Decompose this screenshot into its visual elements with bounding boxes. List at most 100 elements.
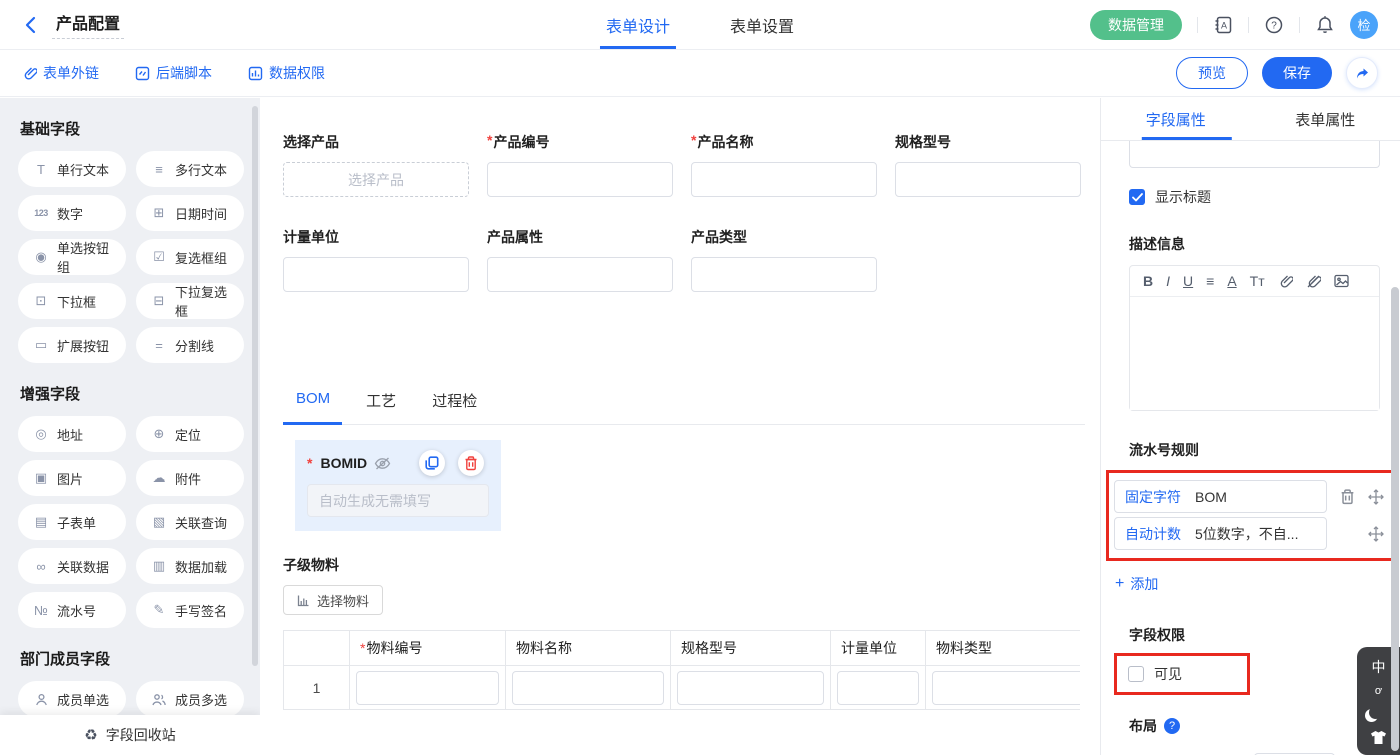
data-manage-button[interactable]: 数据管理 (1090, 10, 1182, 40)
accessibility-icon[interactable]: ơ (1375, 686, 1382, 697)
copy-field-button[interactable] (419, 450, 445, 476)
field-select-product[interactable]: 选择产品 选择产品 (283, 132, 469, 197)
field-spec-model[interactable]: 规格型号 (895, 132, 1081, 197)
selected-field-bomid[interactable]: *BOMID 自动生成无需填写 (295, 440, 501, 531)
field-item-single-line-text[interactable]: T单行文本 (18, 151, 126, 187)
drag-move-icon[interactable] (1368, 489, 1384, 505)
save-button[interactable]: 保存 (1262, 57, 1332, 89)
spec-model-input[interactable] (895, 162, 1081, 197)
tab-bom[interactable]: BOM (296, 390, 330, 424)
language-icon[interactable]: 中 (1372, 657, 1386, 677)
field-item-address[interactable]: ◎地址 (18, 416, 126, 452)
properties-panel: 字段属性 表单属性 显示标题 描述信息 B I U ≡ A Tᴛ (1100, 98, 1400, 755)
field-item-dropdown[interactable]: ⊡下拉框 (18, 283, 126, 319)
tab-process[interactable]: 工艺 (366, 390, 396, 424)
spec-model-cell-input[interactable] (677, 671, 824, 705)
material-name-input[interactable] (512, 671, 664, 705)
column-header-rownum (284, 631, 350, 666)
address-book-icon[interactable]: A (1213, 15, 1233, 35)
font-size-icon[interactable]: Tᴛ (1250, 273, 1265, 289)
align-icon[interactable]: ≡ (1206, 273, 1214, 289)
serial-rule-fixed-chars[interactable]: 固定字符 BOM (1114, 480, 1327, 513)
share-button[interactable] (1346, 57, 1378, 89)
field-item-radio-group[interactable]: ◉单选按钮组 (18, 239, 126, 275)
product-code-input[interactable] (487, 162, 673, 197)
sidebar-scrollbar[interactable] (252, 106, 258, 666)
field-recycle-bin[interactable]: ♻ 字段回收站 (0, 715, 260, 755)
back-button[interactable] (22, 16, 40, 34)
field-product-attribute[interactable]: 产品属性 (487, 227, 673, 292)
external-link-button[interactable]: 表单外链 (22, 63, 99, 83)
layout-help-icon[interactable]: ? (1164, 718, 1180, 734)
field-item-number[interactable]: 123数字 (18, 195, 126, 231)
underline-icon[interactable]: U (1183, 273, 1193, 289)
page-title[interactable]: 产品配置 (52, 10, 124, 39)
field-title-input-partial[interactable] (1129, 141, 1380, 168)
field-item-geolocation[interactable]: ⊕定位 (136, 416, 244, 452)
show-title-checkbox[interactable] (1129, 189, 1145, 205)
description-textarea[interactable] (1130, 297, 1379, 410)
field-item-member-single[interactable]: 成员单选 (18, 681, 126, 717)
tab-form-design[interactable]: 表单设计 (606, 0, 670, 49)
preview-button[interactable]: 预览 (1176, 57, 1248, 89)
field-item-datetime[interactable]: ⊞日期时间 (136, 195, 244, 231)
panel-scrollbar[interactable] (1391, 287, 1399, 751)
bold-icon[interactable]: B (1143, 273, 1153, 289)
serial-rule-auto-count[interactable]: 自动计数 5位数字，不自... (1114, 517, 1327, 550)
material-code-input[interactable] (356, 671, 499, 705)
user-avatar[interactable]: 检 (1350, 11, 1378, 39)
backend-script-button[interactable]: 后端脚本 (135, 63, 212, 83)
field-item-multi-dropdown[interactable]: ⊟下拉复选框 (136, 283, 244, 319)
tab-form-properties[interactable]: 表单属性 (1251, 98, 1400, 140)
notification-bell-icon[interactable] (1315, 15, 1335, 35)
theme-shirt-icon[interactable] (1370, 730, 1387, 745)
field-item-member-multi[interactable]: 成员多选 (136, 681, 244, 717)
field-product-code[interactable]: *产品编号 (487, 132, 673, 197)
product-name-input[interactable] (691, 162, 877, 197)
italic-icon[interactable]: I (1166, 273, 1170, 289)
field-product-name[interactable]: *产品名称 (691, 132, 877, 197)
unit-cell-input[interactable] (837, 671, 919, 705)
field-item-serial-number[interactable]: №流水号 (18, 592, 126, 628)
field-unit[interactable]: 计量单位 (283, 227, 469, 292)
add-rule-button[interactable]: + 添加 (1115, 574, 1380, 594)
dark-mode-moon-icon[interactable] (1369, 706, 1382, 719)
insert-link-icon[interactable] (1278, 274, 1293, 289)
field-item-data-load[interactable]: ▥数据加载 (136, 548, 244, 584)
field-item-extend-button[interactable]: ▭扩展按钮 (18, 327, 126, 363)
unit-input[interactable] (283, 257, 469, 292)
select-product-picker[interactable]: 选择产品 (283, 162, 469, 197)
insert-image-icon[interactable] (1334, 274, 1349, 288)
field-item-attachment[interactable]: ☁附件 (136, 460, 244, 496)
show-title-checkbox-row[interactable]: 显示标题 (1129, 187, 1380, 207)
svg-text:A: A (1221, 20, 1227, 30)
select-material-button[interactable]: 选择物料 (283, 585, 383, 615)
data-permission-button[interactable]: 数据权限 (248, 63, 325, 83)
font-color-icon[interactable]: A (1227, 273, 1236, 289)
field-item-checkbox-group[interactable]: ☑复选框组 (136, 239, 244, 275)
field-item-divider-line[interactable]: =分割线 (136, 327, 244, 363)
visible-checkbox[interactable] (1128, 666, 1144, 682)
bomid-label: BOMID (320, 455, 367, 471)
required-asterisk: * (487, 132, 492, 152)
canvas-field-row-1: 选择产品 选择产品 *产品编号 *产品名称 规格型号 (283, 132, 1100, 197)
field-item-linked-query[interactable]: ▧关联查询 (136, 504, 244, 540)
field-item-image[interactable]: ▣图片 (18, 460, 126, 496)
field-item-subform[interactable]: ▤子表单 (18, 504, 126, 540)
field-item-linked-data[interactable]: ∞关联数据 (18, 548, 126, 584)
field-product-type[interactable]: 产品类型 (691, 227, 877, 292)
help-icon[interactable]: ? (1264, 15, 1284, 35)
tab-field-properties[interactable]: 字段属性 (1101, 98, 1251, 140)
field-item-signature[interactable]: ✎手写签名 (136, 592, 244, 628)
delete-rule-icon[interactable] (1340, 489, 1355, 505)
bomid-input[interactable]: 自动生成无需填写 (307, 484, 489, 517)
drag-move-icon[interactable] (1368, 526, 1384, 542)
field-item-multi-line-text[interactable]: ≡多行文本 (136, 151, 244, 187)
product-attribute-input[interactable] (487, 257, 673, 292)
remove-link-icon[interactable] (1306, 274, 1321, 289)
tab-process-check[interactable]: 过程检 (432, 390, 477, 424)
material-type-input[interactable] (932, 671, 1080, 705)
product-type-input[interactable] (691, 257, 877, 292)
tab-form-settings[interactable]: 表单设置 (730, 0, 794, 49)
delete-field-button[interactable] (458, 450, 484, 476)
